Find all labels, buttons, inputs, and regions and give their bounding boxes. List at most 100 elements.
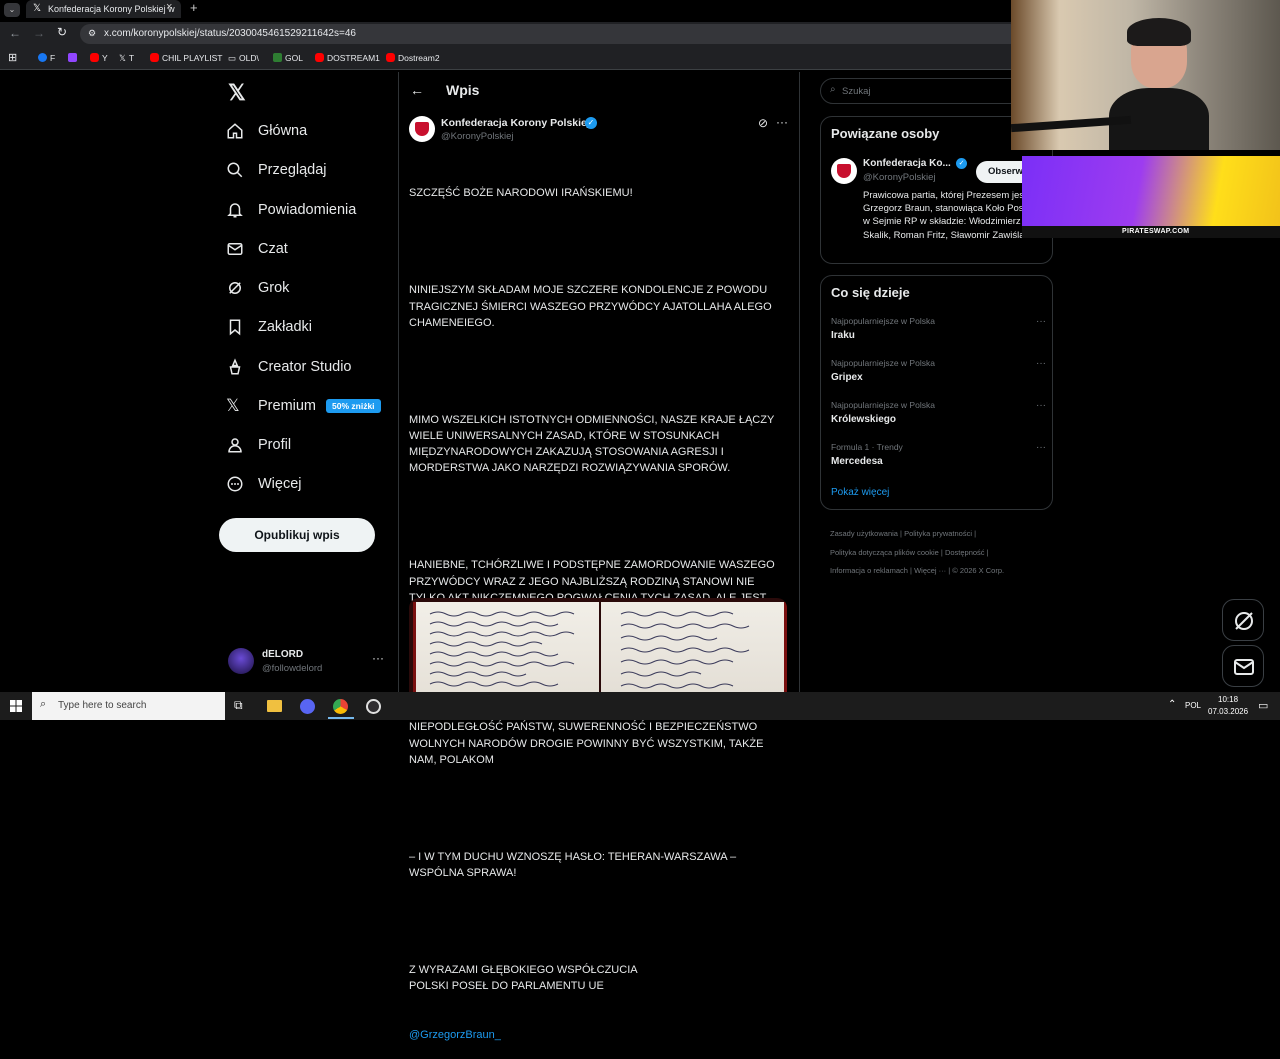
taskbar-search-box[interactable]: ⌕ Type here to search: [32, 692, 225, 720]
trend-item[interactable]: Najpopularniejsze w Polska Gripex ···: [831, 358, 1046, 383]
forward-icon[interactable]: →: [33, 26, 45, 40]
taskbar-search-placeholder: Type here to search: [58, 700, 147, 711]
verified-badge-icon: ✓: [956, 158, 967, 169]
trend-item[interactable]: Najpopularniejsze w Polska Królewskiego …: [831, 400, 1046, 425]
mail-icon: [1234, 659, 1254, 675]
publish-post-button[interactable]: Opublikuj wpis: [219, 518, 375, 552]
nav-item-home[interactable]: Główna: [226, 119, 307, 143]
post-media[interactable]: [409, 598, 787, 692]
nav-item-explore[interactable]: Przeglądaj: [226, 158, 327, 182]
more-dots-icon[interactable]: ···: [1036, 400, 1046, 411]
grok-explain-icon[interactable]: ⊘: [758, 116, 768, 130]
nav-item-profile[interactable]: Profil: [226, 433, 291, 457]
nav-item-grok[interactable]: Grok: [226, 276, 289, 300]
banner-art: [1022, 156, 1280, 226]
bookmark-dostream1[interactable]: DOSTREAM1: [315, 53, 380, 63]
nav-label: Czat: [258, 241, 288, 257]
author-handle[interactable]: @KoronyPolskiej: [441, 131, 513, 142]
language-indicator[interactable]: POL: [1185, 701, 1201, 710]
x-icon: 𝕏: [226, 396, 240, 415]
trend-name: Iraku: [831, 330, 855, 341]
account-switcher[interactable]: dELORD @followdelord ···: [226, 646, 391, 680]
trend-item[interactable]: Najpopularniejsze w Polska Iraku ···: [831, 316, 1046, 341]
apps-grid-icon[interactable]: ⊞: [8, 51, 17, 64]
trend-context: Najpopularniejsze w Polska: [831, 316, 935, 326]
browser-tab[interactable]: 𝕏 Konfederacja Korony Polskiej w: [26, 0, 181, 18]
nav-item-chat[interactable]: Czat: [226, 237, 288, 261]
tray-chevron-icon[interactable]: ⌃: [1168, 699, 1176, 710]
back-arrow-icon[interactable]: ←: [410, 82, 424, 98]
nav-item-more[interactable]: Więcej: [226, 472, 302, 496]
x-logo-icon[interactable]: 𝕏: [228, 80, 246, 106]
footer-link[interactable]: Dostępność: [945, 548, 985, 557]
url-field[interactable]: ⚙ x.com/koronypolskiej/status/2030045461…: [80, 24, 1020, 44]
related-title: Powiązane osoby: [831, 126, 940, 141]
chrome-icon[interactable]: [333, 699, 348, 714]
tab-list-chevron-icon[interactable]: ⌄: [4, 3, 20, 17]
reload-icon[interactable]: ↻: [57, 25, 67, 39]
nav-label: Powiadomienia: [258, 202, 357, 218]
discord-icon[interactable]: [300, 699, 315, 714]
back-icon[interactable]: ←: [9, 26, 21, 40]
bookmark-x[interactable]: 𝕏T: [119, 53, 134, 64]
task-view-icon[interactable]: ⧉: [234, 698, 243, 713]
bookmark-gol[interactable]: GOL: [273, 53, 303, 63]
site-info-icon[interactable]: ⚙: [88, 28, 96, 39]
folder-icon: ▭: [228, 53, 237, 63]
account-handle: @followdelord: [262, 663, 323, 674]
crown-logo-icon: [837, 164, 851, 178]
nav-item-notifications[interactable]: Powiadomienia: [226, 198, 356, 222]
show-more-link[interactable]: Pokaż więcej: [831, 487, 889, 498]
active-indicator: [328, 717, 354, 719]
new-tab-icon[interactable]: +: [190, 0, 198, 15]
clock-date[interactable]: 07.03.2026: [1208, 707, 1248, 716]
windows-start-icon[interactable]: [10, 700, 22, 712]
mail-icon: [227, 243, 243, 255]
bookmark-chil-playlist[interactable]: CHIL PLAYLIST: [150, 53, 222, 63]
author-avatar[interactable]: [409, 116, 435, 142]
related-name[interactable]: Konfederacja Ko...: [863, 158, 951, 169]
bookmark-youtube[interactable]: Y: [90, 53, 108, 63]
author-name[interactable]: Konfederacja Korony Polskiej: [441, 117, 590, 129]
x-favicon-icon: 𝕏: [33, 3, 42, 14]
file-explorer-icon[interactable]: [267, 700, 282, 712]
letter-image-right: [601, 602, 787, 692]
more-options-icon[interactable]: ···: [776, 115, 788, 129]
handwriting-icon: [620, 611, 750, 689]
nav-item-premium[interactable]: 𝕏 Premium 50% zniżki: [226, 394, 381, 418]
mention-link[interactable]: @GrzegorzBraun_: [409, 1027, 784, 1043]
notification-icon[interactable]: ▭: [1258, 699, 1268, 712]
footer-link[interactable]: Więcej ···: [914, 566, 946, 575]
bell-icon: [227, 203, 243, 218]
footer-link[interactable]: Zasady użytkowania: [830, 529, 898, 538]
grok-fab[interactable]: [1222, 599, 1264, 641]
nav-item-creator-studio[interactable]: Creator Studio: [226, 355, 352, 379]
more-dots-icon[interactable]: ···: [1036, 316, 1046, 327]
search-icon: ⌕: [40, 698, 47, 710]
footer-link[interactable]: Polityka dotycząca plików cookie: [830, 548, 939, 557]
obs-icon[interactable]: [366, 699, 381, 714]
related-bio: Prawicowa partia, której Prezesem jest G…: [863, 190, 1048, 241]
more-dots-icon[interactable]: ···: [1036, 358, 1046, 369]
clock-time[interactable]: 10:18: [1218, 695, 1238, 704]
close-tab-icon[interactable]: ×: [166, 1, 172, 13]
trend-name: Gripex: [831, 372, 863, 383]
post-paragraph: NIEPODLEGŁOŚĆ PAŃSTW, SUWERENNOŚĆ I BEZP…: [409, 721, 767, 766]
footer-link[interactable]: Polityka prywatności: [904, 529, 972, 538]
footer-link[interactable]: Informacja o reklamach: [830, 566, 908, 575]
bookmark-facebook[interactable]: F: [38, 53, 55, 63]
nav-label: Zakładki: [258, 319, 312, 335]
trends-title: Co się dzieje: [831, 285, 910, 300]
bookmark-twitch[interactable]: [68, 53, 80, 63]
trend-context: Najpopularniejsze w Polska: [831, 358, 935, 368]
post-paragraph: SZCZĘŚĆ BOŻE NARODOWI IRAŃSKIEMU!: [409, 187, 633, 200]
related-avatar[interactable]: [831, 158, 857, 184]
nav-item-bookmarks[interactable]: Zakładki: [226, 315, 312, 339]
messages-fab[interactable]: [1222, 645, 1264, 687]
bookmark-folder-old[interactable]: ▭ OLD\: [228, 53, 259, 64]
trend-item[interactable]: Formula 1 · Trendy Mercedesa ···: [831, 442, 1046, 467]
more-dots-icon[interactable]: ···: [1036, 442, 1046, 453]
search-placeholder: Szukaj: [842, 86, 871, 97]
post-paragraph: – I W TYM DUCHU WZNOSZĘ HASŁO: TEHERAN-W…: [409, 850, 740, 879]
bookmark-dostream2[interactable]: Dostream2: [386, 53, 440, 63]
